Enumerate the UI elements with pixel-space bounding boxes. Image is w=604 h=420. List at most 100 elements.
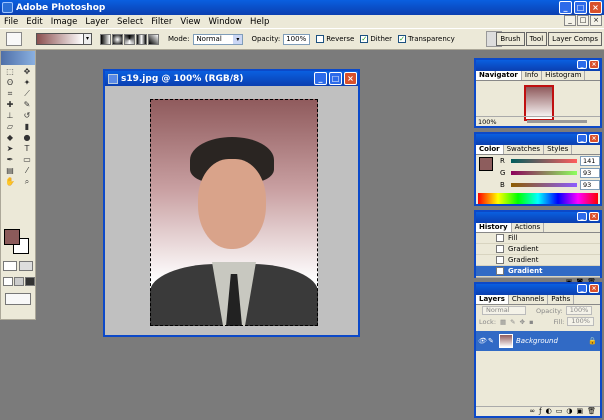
toolbox-logo[interactable] <box>1 51 35 65</box>
red-value-input[interactable]: 141 <box>579 156 600 166</box>
green-slider[interactable] <box>511 171 577 175</box>
doc-window-minimize-button[interactable]: _ <box>314 72 327 85</box>
pen-tool-icon[interactable]: ✒ <box>2 155 18 165</box>
transparency-checkbox[interactable]: ✓ Transparency <box>398 35 455 43</box>
green-value-input[interactable]: 93 <box>579 168 600 178</box>
reverse-checkbox[interactable]: Reverse <box>316 35 354 43</box>
fill-input[interactable]: 100% <box>567 317 594 326</box>
history-item[interactable]: Gradient <box>476 244 600 255</box>
full-screen-menu-icon[interactable] <box>14 277 24 286</box>
history-item[interactable]: Fill <box>476 233 600 244</box>
navigator-zoom-value[interactable]: 100% <box>478 118 497 126</box>
tab-actions[interactable]: Actions <box>512 223 545 232</box>
tab-navigator[interactable]: Navigator <box>476 71 522 80</box>
history-panel-title[interactable]: _ × <box>476 212 600 223</box>
panel-minimize-button[interactable]: _ <box>577 284 587 293</box>
lock-all-icon[interactable]: ▪ <box>529 318 533 326</box>
tab-color[interactable]: Color <box>476 145 504 154</box>
tool-preset-picker[interactable] <box>6 32 22 46</box>
eye-icon[interactable]: 👁 <box>476 337 488 345</box>
quick-mask-icon[interactable] <box>19 261 33 271</box>
layer-row-background[interactable]: 👁 ✎ Background 🔒 <box>476 331 600 351</box>
brush-tool-icon[interactable]: ✎ <box>19 100 35 110</box>
layer-name[interactable]: Background <box>516 337 558 345</box>
magic-wand-tool-icon[interactable]: ✦ <box>19 78 35 88</box>
menu-view[interactable]: View <box>176 17 204 27</box>
reflected-gradient-icon[interactable] <box>136 33 147 45</box>
panel-minimize-button[interactable]: _ <box>577 60 587 69</box>
color-spectrum-bar[interactable] <box>478 193 598 204</box>
menu-select[interactable]: Select <box>113 17 147 27</box>
healing-brush-tool-icon[interactable]: ✚ <box>2 100 18 110</box>
lasso-tool-icon[interactable]: ʘ <box>2 78 18 88</box>
menu-file[interactable]: File <box>0 17 22 27</box>
palette-well-brush[interactable]: Brush <box>496 32 525 46</box>
lock-transparent-icon[interactable]: ▦ <box>500 318 506 326</box>
tab-history[interactable]: History <box>476 223 512 232</box>
panel-close-button[interactable]: × <box>589 212 599 221</box>
panel-minimize-button[interactable]: _ <box>577 212 587 221</box>
brush-link-icon[interactable]: ✎ <box>488 337 496 345</box>
doc-restore-button[interactable]: □ <box>577 15 589 26</box>
crop-tool-icon[interactable]: ⌗ <box>2 89 18 99</box>
hand-tool-icon[interactable]: ✋ <box>2 177 18 187</box>
red-slider[interactable] <box>511 159 577 163</box>
jump-to-imageready-icon[interactable] <box>5 293 31 305</box>
diamond-gradient-icon[interactable] <box>148 33 159 45</box>
menu-layer[interactable]: Layer <box>81 17 113 27</box>
blue-value-input[interactable]: 93 <box>579 180 600 190</box>
color-foreground-swatch[interactable] <box>479 157 493 171</box>
blue-slider[interactable] <box>511 183 577 187</box>
menu-edit[interactable]: Edit <box>22 17 46 27</box>
path-selection-tool-icon[interactable]: ➤ <box>2 144 18 154</box>
layer-mask-icon[interactable]: ◐ <box>546 407 552 416</box>
image-canvas[interactable] <box>150 99 318 326</box>
menu-window[interactable]: Window <box>205 17 247 27</box>
standard-mode-icon[interactable] <box>3 261 17 271</box>
maximize-button[interactable]: □ <box>574 1 587 14</box>
navigator-panel-title[interactable]: _ × <box>476 60 600 71</box>
tab-paths[interactable]: Paths <box>548 295 575 304</box>
close-button[interactable]: × <box>589 1 602 14</box>
new-group-icon[interactable]: ▭ <box>556 407 563 416</box>
eyedropper-tool-icon[interactable]: ⁄ <box>19 166 35 176</box>
panel-close-button[interactable]: × <box>589 284 599 293</box>
tab-swatches[interactable]: Swatches <box>504 145 545 154</box>
doc-close-button[interactable]: × <box>590 15 602 26</box>
menu-filter[interactable]: Filter <box>147 17 176 27</box>
marquee-tool-icon[interactable]: ⬚ <box>2 67 18 77</box>
shape-tool-icon[interactable]: ▭ <box>19 155 35 165</box>
dodge-tool-icon[interactable]: ● <box>19 133 35 143</box>
menu-help[interactable]: Help <box>246 17 273 27</box>
notes-tool-icon[interactable]: ▤ <box>2 166 18 176</box>
gradient-preview[interactable] <box>36 33 84 45</box>
type-tool-icon[interactable]: T <box>19 144 35 154</box>
linear-gradient-icon[interactable] <box>100 33 111 45</box>
new-layer-icon[interactable]: ▣ <box>576 407 583 416</box>
slice-tool-icon[interactable]: ⟋ <box>19 89 35 99</box>
blur-tool-icon[interactable]: ◆ <box>2 133 18 143</box>
palette-well-layer-comps[interactable]: Layer Comps <box>548 32 602 46</box>
delete-layer-icon[interactable]: 🗑 <box>587 407 596 416</box>
standard-screen-icon[interactable] <box>3 277 13 286</box>
navigator-zoom-slider[interactable] <box>526 120 587 123</box>
panel-close-button[interactable]: × <box>589 134 599 143</box>
dither-checkbox[interactable]: ✓ Dither <box>360 35 392 43</box>
mode-select[interactable]: Normal ▾ <box>193 33 244 45</box>
minimize-button[interactable]: _ <box>559 1 572 14</box>
menu-image[interactable]: Image <box>47 17 82 27</box>
clone-stamp-tool-icon[interactable]: ⊥ <box>2 111 18 121</box>
tab-channels[interactable]: Channels <box>509 295 549 304</box>
color-panel-title[interactable]: _ × <box>476 134 600 145</box>
layer-opacity-input[interactable]: 100% <box>565 306 593 315</box>
lock-position-icon[interactable]: ✥ <box>520 318 525 326</box>
adjustment-layer-icon[interactable]: ◑ <box>566 407 572 416</box>
move-tool-icon[interactable]: ✥ <box>19 67 35 77</box>
history-brush-tool-icon[interactable]: ↺ <box>19 111 35 121</box>
eraser-tool-icon[interactable]: ▱ <box>2 122 18 132</box>
palette-well-tool[interactable]: Tool <box>525 32 548 46</box>
doc-minimize-button[interactable]: _ <box>564 15 576 26</box>
link-layers-icon[interactable]: ∞ <box>529 407 535 416</box>
tab-layers[interactable]: Layers <box>476 295 509 304</box>
zoom-tool-icon[interactable]: ⌕ <box>19 177 35 187</box>
